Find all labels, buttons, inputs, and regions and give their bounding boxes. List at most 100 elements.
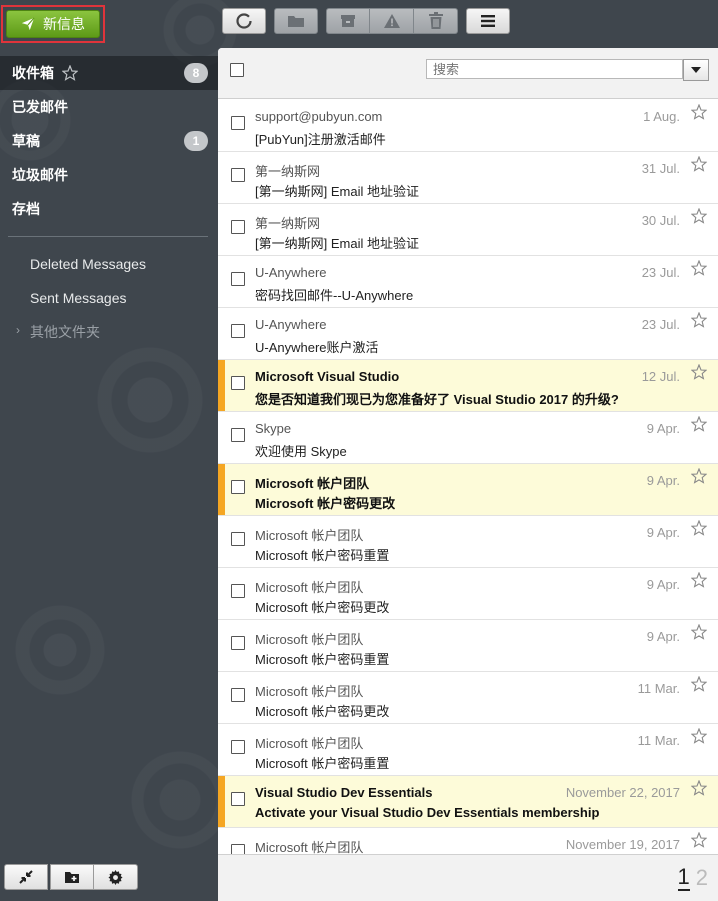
message-date: 9 Apr. xyxy=(646,525,680,540)
message-row[interactable]: Skype 欢迎使用 Skype 9 Apr. xyxy=(218,412,718,464)
star-icon[interactable] xyxy=(691,624,707,640)
message-checkbox[interactable] xyxy=(231,272,245,286)
compose-button[interactable]: 新信息 xyxy=(6,10,100,38)
chevron-right-icon[interactable]: › xyxy=(16,323,20,337)
message-checkbox[interactable] xyxy=(231,168,245,182)
page-2-link[interactable]: 2 xyxy=(696,865,708,891)
message-checkbox[interactable] xyxy=(231,740,245,754)
message-checkbox[interactable] xyxy=(231,428,245,442)
message-row[interactable]: Microsoft 帐户团队 Microsoft 帐户密码更改 9 Apr. xyxy=(218,568,718,620)
message-sender: support@pubyun.com xyxy=(255,109,383,124)
folder-drafts[interactable]: 草稿 1 xyxy=(0,124,218,158)
message-row[interactable]: 第一纳斯网 [第一纳斯网] Email 地址验证 31 Jul. xyxy=(218,152,718,204)
star-icon[interactable] xyxy=(691,156,707,172)
subfolder-deleted-messages[interactable]: Deleted Messages xyxy=(0,247,218,281)
warning-icon xyxy=(383,14,400,28)
message-row[interactable]: U-Anywhere U-Anywhere账户激活 23 Jul. xyxy=(218,308,718,360)
message-sender: Microsoft 帐户团队 xyxy=(255,476,370,491)
message-date: 11 Mar. xyxy=(637,733,680,748)
message-row[interactable]: U-Anywhere 密码找回邮件--U-Anywhere 23 Jul. xyxy=(218,256,718,308)
message-checkbox[interactable] xyxy=(231,324,245,338)
sidebar-bottom-tools xyxy=(4,864,138,890)
star-icon[interactable] xyxy=(691,832,707,848)
star-icon[interactable] xyxy=(691,520,707,536)
star-icon[interactable] xyxy=(691,572,707,588)
message-date: November 19, 2017 xyxy=(565,837,680,852)
message-sender: Microsoft 帐户团队 xyxy=(255,528,364,543)
message-toolbar xyxy=(222,8,510,34)
message-checkbox[interactable] xyxy=(231,636,245,650)
message-row[interactable]: Microsoft Visual Studio 您是否知道我们现已为您准备好了 V… xyxy=(218,360,718,412)
message-row[interactable]: Microsoft 帐户团队 Microsoft 帐户密码重置 9 Apr. xyxy=(218,620,718,672)
folder-label: 收件箱 xyxy=(12,65,54,81)
search-options-button[interactable] xyxy=(683,59,709,81)
message-checkbox[interactable] xyxy=(231,116,245,130)
move-folder-button[interactable] xyxy=(274,8,318,34)
select-all-checkbox[interactable] xyxy=(230,63,244,77)
folder-archive[interactable]: 存档 xyxy=(0,192,218,226)
message-checkbox[interactable] xyxy=(231,792,245,806)
message-checkbox[interactable] xyxy=(231,688,245,702)
message-checkbox[interactable] xyxy=(231,376,245,390)
collapse-button[interactable] xyxy=(4,864,48,890)
message-row[interactable]: Microsoft 帐户团队 November 19, 2017 xyxy=(218,828,718,854)
subfolder-sent-messages[interactable]: Sent Messages xyxy=(0,281,218,315)
star-icon[interactable] xyxy=(691,780,707,796)
archive-icon xyxy=(341,15,355,27)
star-icon[interactable] xyxy=(691,364,707,380)
message-row[interactable]: Visual Studio Dev Essentials Activate you… xyxy=(218,776,718,828)
message-row[interactable]: Microsoft 帐户团队 Microsoft 帐户密码重置 9 Apr. xyxy=(218,516,718,568)
message-row[interactable]: support@pubyun.com [PubYun]注册激活邮件 1 Aug. xyxy=(218,100,718,152)
archive-button[interactable] xyxy=(326,8,370,34)
refresh-button[interactable] xyxy=(222,8,266,34)
more-menu-button[interactable] xyxy=(466,8,510,34)
folder-label: 垃圾邮件 xyxy=(12,167,68,183)
sidebar: 收件箱 8 已发邮件 草稿 1 垃圾邮件 存档 Deleted Messages… xyxy=(0,56,218,349)
message-sender: U-Anywhere xyxy=(255,317,327,332)
star-icon[interactable] xyxy=(691,260,707,276)
message-date: 23 Jul. xyxy=(641,265,680,280)
message-subject: Microsoft 帐户密码重置 xyxy=(255,548,390,563)
spam-button[interactable] xyxy=(370,8,414,34)
star-icon[interactable] xyxy=(691,208,707,224)
message-checkbox[interactable] xyxy=(231,844,245,854)
delete-button[interactable] xyxy=(414,8,458,34)
folder-inbox[interactable]: 收件箱 8 xyxy=(0,56,218,90)
message-date: 23 Jul. xyxy=(641,317,680,332)
message-row[interactable]: 第一纳斯网 [第一纳斯网] Email 地址验证 30 Jul. xyxy=(218,204,718,256)
page-1-link[interactable]: 1 xyxy=(677,865,690,891)
settings-button[interactable] xyxy=(94,864,138,890)
folder-sent[interactable]: 已发邮件 xyxy=(0,90,218,124)
message-row[interactable]: Microsoft 帐户团队 Microsoft 帐户密码更改 9 Apr. xyxy=(218,464,718,516)
message-subject: 您是否知道我们现已为您准备好了 Visual Studio 2017 的升级? xyxy=(255,392,619,407)
trash-icon xyxy=(428,12,443,29)
message-date: November 22, 2017 xyxy=(565,785,680,800)
add-folder-button[interactable] xyxy=(50,864,94,890)
star-icon[interactable] xyxy=(691,676,707,692)
message-checkbox[interactable] xyxy=(231,532,245,546)
compose-highlight: 新信息 xyxy=(1,5,105,43)
star-icon[interactable] xyxy=(691,728,707,744)
pagination: 1 2 xyxy=(677,865,708,891)
star-icon[interactable] xyxy=(691,312,707,328)
star-icon[interactable] xyxy=(62,65,78,81)
star-icon[interactable] xyxy=(691,104,707,120)
message-date: 9 Apr. xyxy=(646,577,680,592)
message-subject: Microsoft 帐户密码重置 xyxy=(255,756,390,771)
star-icon[interactable] xyxy=(691,468,707,484)
message-checkbox[interactable] xyxy=(231,220,245,234)
message-sender: U-Anywhere xyxy=(255,265,327,280)
subfolder-label: 其他文件夹 xyxy=(30,324,100,340)
star-icon[interactable] xyxy=(691,416,707,432)
message-subject: Microsoft 帐户密码更改 xyxy=(255,600,390,615)
search-input[interactable] xyxy=(426,59,683,79)
message-checkbox[interactable] xyxy=(231,584,245,598)
folder-junk[interactable]: 垃圾邮件 xyxy=(0,158,218,192)
message-row[interactable]: Microsoft 帐户团队 Microsoft 帐户密码更改 11 Mar. xyxy=(218,672,718,724)
message-sender: Microsoft 帐户团队 xyxy=(255,684,364,699)
message-row[interactable]: Microsoft 帐户团队 Microsoft 帐户密码重置 11 Mar. xyxy=(218,724,718,776)
subfolder-other-folders[interactable]: › 其他文件夹 xyxy=(0,315,218,349)
message-checkbox[interactable] xyxy=(231,480,245,494)
message-date: 11 Mar. xyxy=(637,681,680,696)
message-subject: Microsoft 帐户密码更改 xyxy=(255,496,396,511)
